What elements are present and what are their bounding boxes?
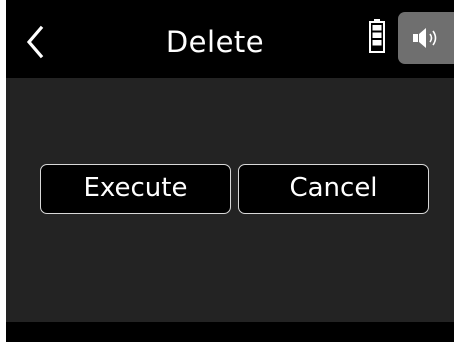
speaker-button[interactable] — [398, 12, 454, 64]
display: Delete Execute Cancel — [6, 0, 454, 342]
chevron-left-icon — [26, 25, 44, 59]
battery-full-icon — [369, 19, 385, 53]
device-screen: Delete Execute Cancel — [0, 0, 454, 342]
dialog-area: Execute Cancel — [6, 78, 454, 322]
page-title: Delete — [165, 25, 265, 59]
header-bar: Delete — [6, 0, 454, 78]
execute-button[interactable]: Execute — [40, 164, 231, 214]
speaker-volume-icon — [413, 28, 437, 48]
cancel-button[interactable]: Cancel — [238, 164, 429, 214]
footer-bar — [6, 322, 454, 342]
back-button[interactable] — [22, 22, 48, 62]
